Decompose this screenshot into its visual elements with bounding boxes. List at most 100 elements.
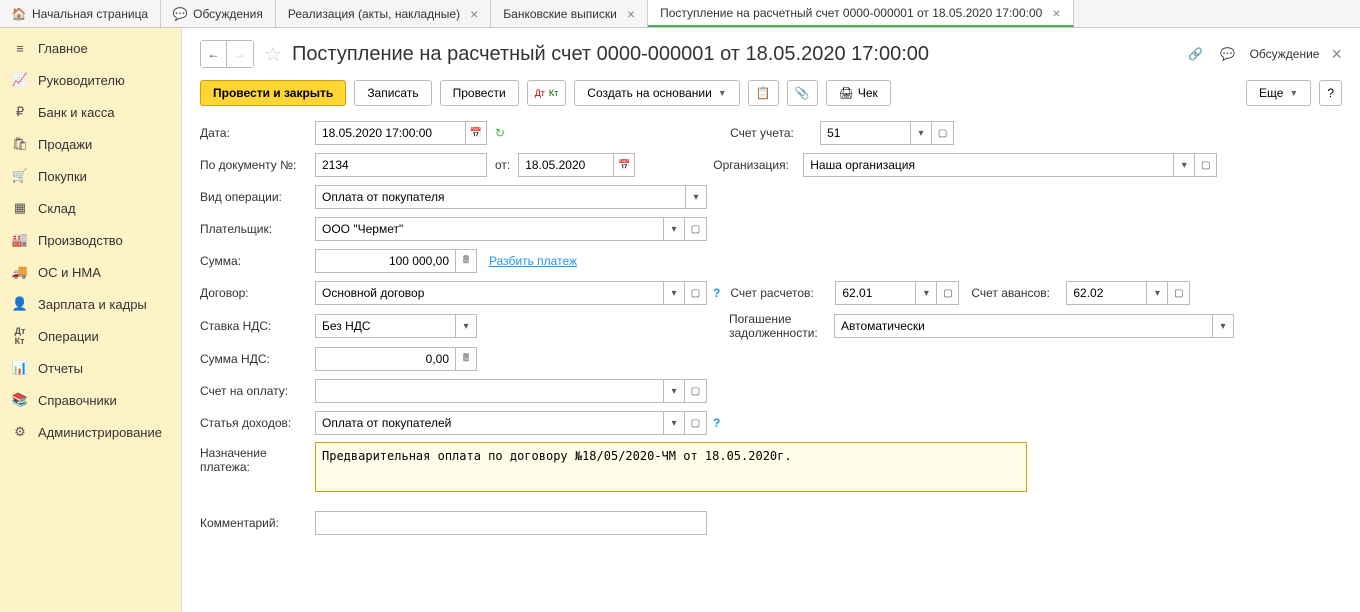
help-button[interactable]: ?	[1319, 80, 1342, 106]
split-payment-link[interactable]: Разбить платеж	[489, 254, 577, 268]
forward-button[interactable]: →	[227, 41, 253, 67]
sidebar-item-operations[interactable]: ДтКтОперации	[0, 320, 181, 352]
calcacc-label: Счет расчетов:	[730, 286, 835, 300]
book-icon: 📚	[12, 392, 28, 408]
sidebar-item-salary[interactable]: 👤Зарплата и кадры	[0, 288, 181, 320]
calcacc-input[interactable]	[835, 281, 915, 305]
more-button[interactable]: Еще▼	[1246, 80, 1311, 106]
post-button[interactable]: Провести	[440, 80, 519, 106]
chevron-down-icon[interactable]: ▾	[455, 314, 477, 338]
write-button[interactable]: Записать	[354, 80, 431, 106]
close-doc-button[interactable]: ×	[1331, 44, 1342, 65]
docnum-input[interactable]	[315, 153, 487, 177]
comment-input[interactable]	[315, 511, 707, 535]
chevron-down-icon[interactable]: ▾	[1173, 153, 1195, 177]
sidebar-item-production[interactable]: 🏭Производство	[0, 224, 181, 256]
account-label: Счет учета:	[730, 126, 820, 140]
debt-input[interactable]	[834, 314, 1212, 338]
open-icon[interactable]: ▢	[932, 121, 954, 145]
discussion-icon[interactable]: 💬	[1218, 44, 1238, 64]
link-icon[interactable]: 🔗	[1186, 44, 1206, 64]
chevron-down-icon[interactable]: ▾	[1212, 314, 1234, 338]
open-icon[interactable]: ▢	[1168, 281, 1190, 305]
copy-button[interactable]: 📋	[748, 80, 779, 106]
date-input[interactable]	[315, 121, 465, 145]
attach-button[interactable]: 📎	[787, 80, 818, 106]
chevron-down-icon[interactable]: ▾	[663, 281, 685, 305]
sidebar-item-sales[interactable]: 🛍Продажи	[0, 128, 181, 160]
open-icon[interactable]: ▢	[1195, 153, 1217, 177]
tab-receipt[interactable]: Поступление на расчетный счет 0000-00000…	[648, 0, 1073, 27]
sidebar-item-bank[interactable]: ₽Банк и касса	[0, 96, 181, 128]
back-button[interactable]: ←	[201, 41, 227, 67]
purpose-label: Назначение платежа:	[200, 442, 315, 474]
tab-label: Банковские выписки	[503, 7, 617, 21]
sidebar-item-reports[interactable]: 📊Отчеты	[0, 352, 181, 384]
payer-input[interactable]	[315, 217, 663, 241]
advacc-input[interactable]	[1066, 281, 1146, 305]
post-close-button[interactable]: Провести и закрыть	[200, 80, 346, 106]
sidebar-item-manager[interactable]: 📈Руководителю	[0, 64, 181, 96]
vatsum-input[interactable]	[315, 347, 455, 371]
tab-sales[interactable]: Реализация (акты, накладные) ×	[276, 0, 491, 27]
dtkt-button[interactable]: ДтКт	[527, 80, 567, 106]
purpose-textarea[interactable]	[315, 442, 1027, 492]
sidebar-item-purchases[interactable]: 🛒Покупки	[0, 160, 181, 192]
sidebar-item-assets[interactable]: 🚚ОС и НМА	[0, 256, 181, 288]
chevron-down-icon[interactable]: ▾	[685, 185, 707, 209]
calendar-icon[interactable]: 📅	[465, 121, 487, 145]
tab-bank[interactable]: Банковские выписки ×	[491, 0, 648, 27]
person-icon: 👤	[12, 296, 28, 312]
chevron-down-icon[interactable]: ▾	[910, 121, 932, 145]
based-on-button[interactable]: Создать на основании▼	[574, 80, 739, 106]
open-icon[interactable]: ▢	[685, 411, 707, 435]
open-icon[interactable]: ▢	[685, 281, 707, 305]
org-label: Организация:	[713, 158, 803, 172]
help-icon[interactable]: ?	[713, 416, 720, 430]
home-icon: 🏠	[12, 7, 26, 21]
chevron-down-icon[interactable]: ▾	[663, 411, 685, 435]
more-label: Еще	[1259, 86, 1283, 100]
close-icon[interactable]: ×	[470, 6, 478, 22]
open-icon[interactable]: ▢	[937, 281, 959, 305]
date-label: Дата:	[200, 126, 315, 140]
help-icon[interactable]: ?	[713, 286, 720, 300]
check-button[interactable]: 🖨Чек	[826, 80, 891, 106]
tab-home[interactable]: 🏠 Начальная страница	[0, 0, 161, 27]
calc-icon[interactable]: 🖩	[455, 249, 477, 273]
vatrate-input[interactable]	[315, 314, 455, 338]
chevron-down-icon[interactable]: ▾	[663, 379, 685, 403]
invoice-label: Счет на оплату:	[200, 384, 315, 398]
sidebar-item-main[interactable]: ≡Главное	[0, 32, 181, 64]
refresh-icon[interactable]: ↻	[495, 126, 505, 140]
sidebar-item-label: Отчеты	[38, 361, 83, 376]
sidebar-item-admin[interactable]: ⚙Администрирование	[0, 416, 181, 448]
income-input[interactable]	[315, 411, 663, 435]
optype-input[interactable]	[315, 185, 685, 209]
main-content: ← → ☆ Поступление на расчетный счет 0000…	[182, 28, 1360, 612]
calendar-icon[interactable]: 📅	[613, 153, 635, 177]
sum-input[interactable]	[315, 249, 455, 273]
sidebar-item-label: ОС и НМА	[38, 265, 101, 280]
org-input[interactable]	[803, 153, 1173, 177]
calc-icon[interactable]: 🖩	[455, 347, 477, 371]
sidebar-item-warehouse[interactable]: ▦Склад	[0, 192, 181, 224]
vatrate-label: Ставка НДС:	[200, 319, 315, 333]
star-icon[interactable]: ☆	[264, 42, 282, 67]
close-icon[interactable]: ×	[1052, 5, 1060, 21]
nav-buttons: ← →	[200, 40, 254, 68]
open-icon[interactable]: ▢	[685, 217, 707, 241]
invoice-input[interactable]	[315, 379, 663, 403]
open-icon[interactable]: ▢	[685, 379, 707, 403]
chevron-down-icon[interactable]: ▾	[915, 281, 937, 305]
discussion-label[interactable]: Обсуждение	[1250, 47, 1320, 61]
tab-discussions[interactable]: 💬 Обсуждения	[161, 0, 276, 27]
chevron-down-icon[interactable]: ▾	[1146, 281, 1168, 305]
account-input[interactable]	[820, 121, 910, 145]
docdate-input[interactable]	[518, 153, 613, 177]
sidebar-item-label: Склад	[38, 201, 76, 216]
contract-input[interactable]	[315, 281, 663, 305]
close-icon[interactable]: ×	[627, 6, 635, 22]
chevron-down-icon[interactable]: ▾	[663, 217, 685, 241]
sidebar-item-catalogs[interactable]: 📚Справочники	[0, 384, 181, 416]
